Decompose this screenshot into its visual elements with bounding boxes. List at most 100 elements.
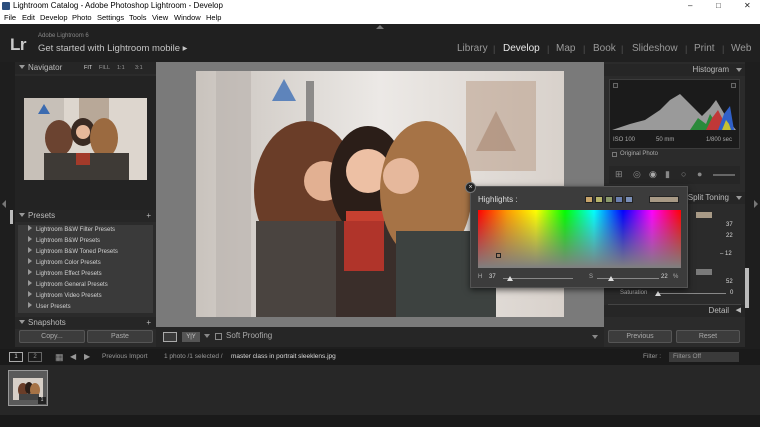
right-scrollbar[interactable] xyxy=(745,268,749,308)
hue-value[interactable]: 37 xyxy=(489,274,496,280)
secondary-window-button[interactable]: 2 xyxy=(28,352,42,362)
menu-edit[interactable]: Edit xyxy=(22,12,35,24)
copy-settings-button[interactable]: Copy... xyxy=(19,330,85,343)
module-web[interactable]: Web xyxy=(731,43,751,54)
close-button[interactable]: ✕ xyxy=(744,0,751,12)
module-map[interactable]: Map xyxy=(556,43,575,54)
preset-folder[interactable]: Lightroom B&W Presets xyxy=(18,236,153,247)
forward-arrow-icon[interactable]: ▶ xyxy=(84,349,90,365)
histogram-header[interactable]: Histogram xyxy=(604,64,745,76)
preset-folder[interactable]: Lightroom B&W Filter Presets xyxy=(18,225,153,236)
zoom-fill[interactable]: FILL xyxy=(99,62,110,74)
menu-tools[interactable]: Tools xyxy=(129,12,147,24)
module-library[interactable]: Library xyxy=(457,43,488,54)
red-eye-icon[interactable]: ◉ xyxy=(649,169,657,180)
sat-slider[interactable] xyxy=(597,278,659,279)
presets-header[interactable]: Presets + xyxy=(15,210,156,222)
filename[interactable]: master class in portrait sleeklens.jpg xyxy=(231,349,336,365)
spot-removal-icon[interactable]: ◎ xyxy=(633,169,641,180)
shadow-clipping-icon[interactable] xyxy=(613,83,618,88)
add-preset-icon[interactable]: + xyxy=(146,210,151,222)
preset-folder[interactable]: Lightroom Effect Presets xyxy=(18,269,153,280)
filmstrip-thumbnail[interactable]: 1 xyxy=(8,370,48,406)
left-panel-collapse-icon[interactable] xyxy=(2,200,6,208)
navigator-thumbnail[interactable] xyxy=(24,98,147,180)
before-after-dropdown-icon[interactable] xyxy=(204,334,210,338)
detail-header[interactable]: Detail ◀ xyxy=(604,305,745,317)
navigator-area[interactable] xyxy=(15,76,156,212)
right-panel-collapse-icon[interactable] xyxy=(754,200,758,208)
preset-folder[interactable]: Lightroom Video Presets xyxy=(18,291,153,302)
graduated-filter-icon[interactable]: ▮ xyxy=(665,169,670,180)
highlight-clipping-icon[interactable] xyxy=(731,83,736,88)
preset-folder[interactable]: Lightroom B&W Toned Presets xyxy=(18,247,153,258)
color-preset-swatch[interactable] xyxy=(615,196,623,203)
color-preset-swatch[interactable] xyxy=(585,196,593,203)
top-panel-collapse-icon[interactable] xyxy=(376,25,384,29)
tool-slider[interactable] xyxy=(713,174,735,176)
preset-folder[interactable]: User Presets xyxy=(18,302,153,313)
sat-value[interactable]: 22 xyxy=(661,274,668,280)
highlights-color-swatch[interactable] xyxy=(696,212,712,218)
menu-window[interactable]: Window xyxy=(174,12,201,24)
back-arrow-icon[interactable]: ◀ xyxy=(70,349,76,365)
color-preset-swatch[interactable] xyxy=(605,196,613,203)
color-preset-swatch[interactable] xyxy=(595,196,603,203)
main-window-button[interactable]: 1 xyxy=(9,352,23,362)
paste-settings-button[interactable]: Paste xyxy=(87,330,153,343)
menu-help[interactable]: Help xyxy=(206,12,221,24)
histogram[interactable]: ISO 100 50 mm 1/800 sec xyxy=(609,79,740,149)
preset-folder[interactable]: Lightroom General Presets xyxy=(18,280,153,291)
highlights-saturation-value[interactable]: 22 xyxy=(726,233,733,239)
color-preset-swatch[interactable] xyxy=(625,196,633,203)
grid-view-icon[interactable]: ▦ xyxy=(55,349,64,365)
source-label[interactable]: Previous Import xyxy=(102,349,148,365)
hue-slider-knob[interactable] xyxy=(507,276,513,281)
radial-filter-icon[interactable]: ○ xyxy=(681,169,686,179)
shadows-hue-value[interactable]: 52 xyxy=(726,279,733,285)
hue-slider[interactable] xyxy=(503,278,573,279)
saturation-slider[interactable] xyxy=(658,293,726,294)
minimize-button[interactable]: – xyxy=(688,0,692,12)
module-print[interactable]: Print xyxy=(694,43,715,54)
original-photo-checkbox[interactable] xyxy=(612,152,617,157)
sat-slider-knob[interactable] xyxy=(607,276,614,281)
highlights-hue-value[interactable]: 37 xyxy=(726,222,733,228)
collapse-triangle-icon xyxy=(19,213,25,217)
saturation-slider-knob[interactable] xyxy=(655,291,661,296)
menu-file[interactable]: File xyxy=(4,12,16,24)
navigator-header[interactable]: Navigator FIT FILL 1:1 3:1 xyxy=(15,62,156,74)
mobile-promo-link[interactable]: Get started with Lightroom mobile ▸ xyxy=(38,43,187,54)
preset-folder[interactable]: Lightroom Color Presets xyxy=(18,258,153,269)
before-after-button[interactable]: Y|Y xyxy=(182,332,200,342)
menu-view[interactable]: View xyxy=(152,12,168,24)
module-slideshow[interactable]: Slideshow xyxy=(632,43,678,54)
module-book[interactable]: Book xyxy=(593,43,616,54)
menu-develop[interactable]: Develop xyxy=(40,12,68,24)
menu-photo[interactable]: Photo xyxy=(72,12,92,24)
hue-saturation-field[interactable] xyxy=(478,210,681,268)
close-picker-icon[interactable]: × xyxy=(465,182,476,193)
picker-marker[interactable] xyxy=(496,253,502,259)
snapshots-header[interactable]: Snapshots + xyxy=(15,317,156,329)
zoom-1-1[interactable]: 1:1 xyxy=(117,62,125,74)
zoom-3-1[interactable]: 3:1 xyxy=(135,62,143,74)
module-develop[interactable]: Develop xyxy=(503,43,540,54)
menu-settings[interactable]: Settings xyxy=(97,12,124,24)
zoom-fit[interactable]: FIT xyxy=(84,62,92,74)
maximize-button[interactable]: □ xyxy=(716,0,721,12)
loupe-view-icon[interactable] xyxy=(163,332,177,342)
balance-value[interactable]: – 12 xyxy=(720,251,732,257)
shadows-color-swatch[interactable] xyxy=(696,269,712,275)
filter-dropdown[interactable]: Filters Off xyxy=(669,352,739,362)
adjustment-brush-icon[interactable]: ● xyxy=(697,169,702,179)
shadows-saturation-value[interactable]: 0 xyxy=(730,290,733,296)
crop-tool-icon[interactable]: ⊞ xyxy=(615,169,623,180)
previous-button[interactable]: Previous xyxy=(608,330,672,343)
highlights-color-picker[interactable]: × Highlights : H 37 S 22 % xyxy=(465,182,688,288)
reset-button[interactable]: Reset xyxy=(676,330,740,343)
soft-proofing-checkbox[interactable] xyxy=(215,333,222,340)
toolbar-menu-icon[interactable] xyxy=(592,335,598,339)
add-snapshot-icon[interactable]: + xyxy=(146,317,151,329)
left-scrollbar[interactable] xyxy=(10,210,13,224)
